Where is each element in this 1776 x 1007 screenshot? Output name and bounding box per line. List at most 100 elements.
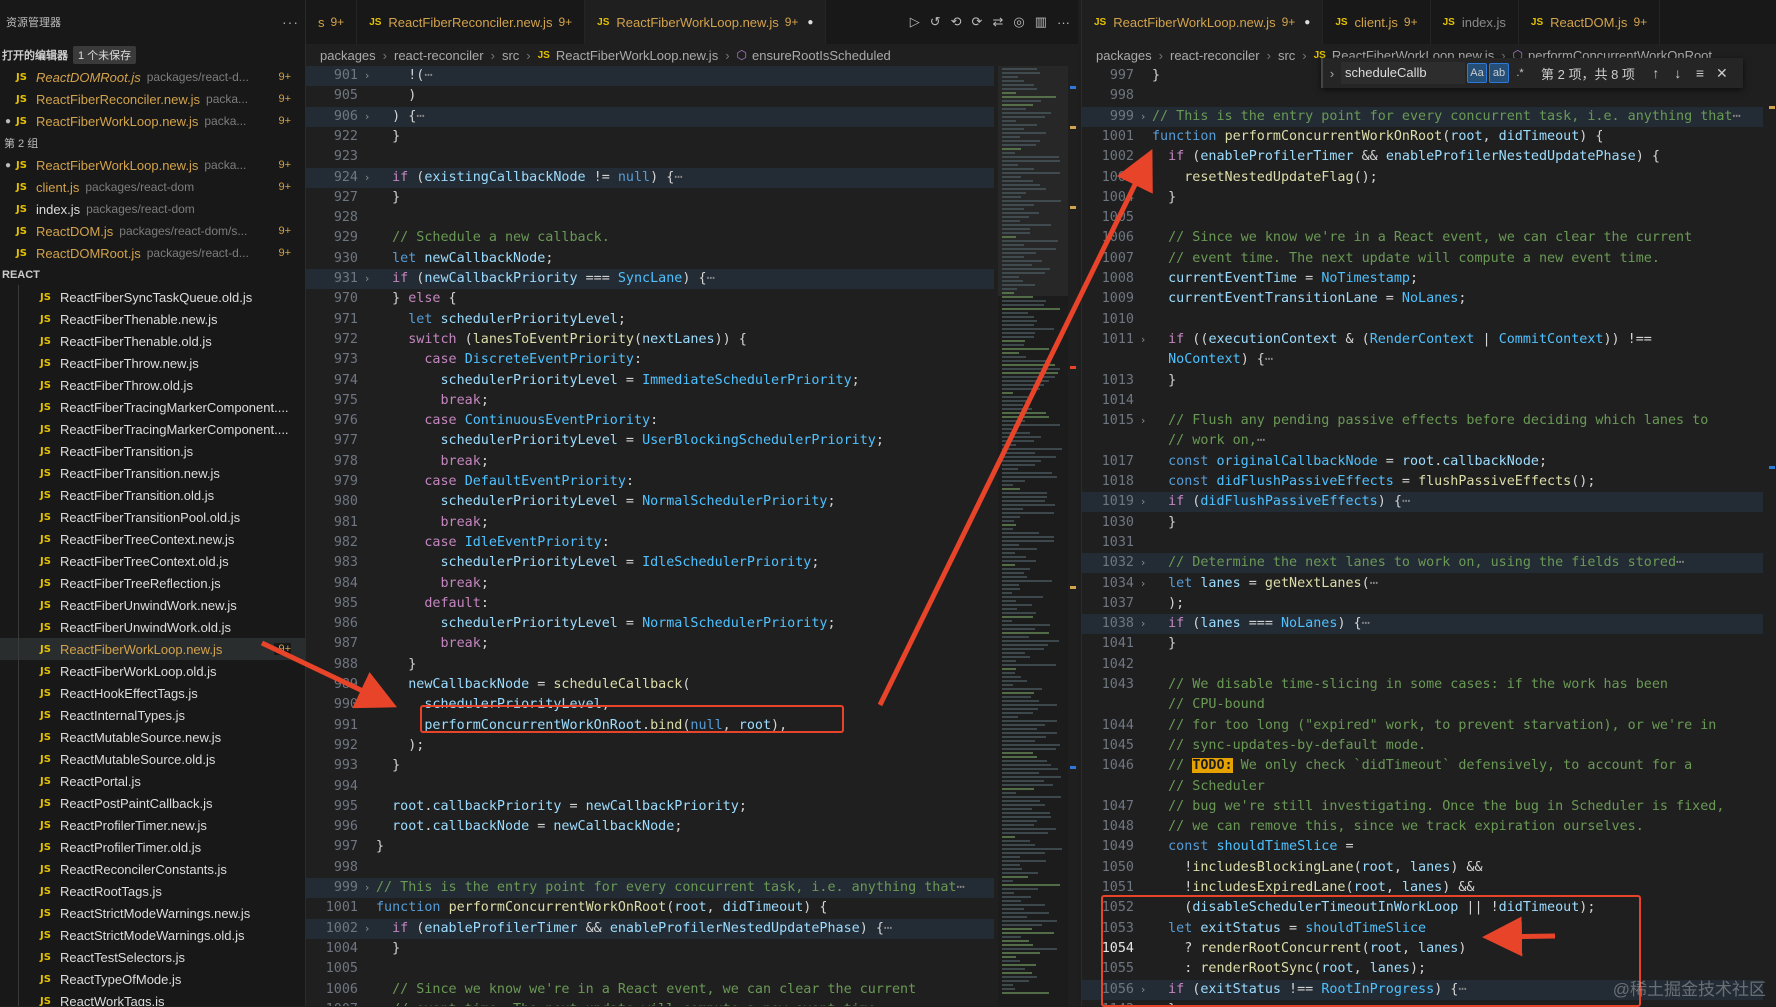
file-tree-item[interactable]: JS ReactTestSelectors.js [0, 946, 305, 968]
open-editor-item[interactable]: JS ReactDOMRoot.js packages/react-d... 9+ [0, 66, 305, 88]
code-line[interactable]: 931 › if (newCallbackPriority === SyncLan… [306, 269, 994, 289]
code-line[interactable]: 1018 const didFlushPassiveEffects = flus… [1082, 472, 1763, 492]
file-tree-item[interactable]: JS ReactStrictModeWarnings.old.js [0, 924, 305, 946]
code-line[interactable]: 987 break; [306, 634, 994, 654]
code-line[interactable]: 1009 currentEventTransitionLane = NoLane… [1082, 289, 1763, 309]
file-tree-item[interactable]: JS ReactPostPaintCallback.js [0, 792, 305, 814]
code-line[interactable]: 1015 › // Flush any pending passive effec… [1082, 411, 1763, 431]
open-editors-header[interactable]: 打开的编辑器 1 个未保存 [0, 44, 305, 66]
find-in-selection-icon[interactable]: ≡ [1689, 65, 1711, 81]
editor-tab[interactable]: JS client.js 9+ [1323, 0, 1431, 44]
code-line[interactable]: 980 schedulerPriorityLevel = NormalSched… [306, 492, 994, 512]
file-tree-item[interactable]: JS ReactHookEffectTags.js [0, 682, 305, 704]
fold-chevron-icon[interactable]: › [358, 168, 376, 188]
code-line[interactable]: 1001 function performConcurrentWorkOnRoot… [1082, 127, 1763, 147]
breadcrumb-segment[interactable]: src [1278, 48, 1295, 63]
file-tree-item[interactable]: JS ReactFiberTracingMarkerComponent.... [0, 418, 305, 440]
fold-chevron-icon[interactable]: › [358, 107, 376, 127]
go-back-icon[interactable]: ⟲ [951, 14, 962, 30]
open-editor-item[interactable]: ● JS ReactFiberWorkLoop.new.js packa... 9+ [0, 154, 305, 176]
code-line[interactable]: 1041 } [1082, 634, 1763, 654]
code-line[interactable]: 970 } else { [306, 289, 994, 309]
fold-chevron-icon[interactable]: › [1134, 614, 1152, 634]
editor-tab[interactable]: s 9+ [306, 0, 358, 44]
code-line[interactable]: // Scheduler [1082, 777, 1763, 797]
code-line[interactable]: 1004 } [306, 939, 994, 959]
code-line[interactable]: 973 case DiscreteEventPriority: [306, 350, 994, 370]
file-tree-item[interactable]: JS ReactPortal.js [0, 770, 305, 792]
open-editor-item[interactable]: ● JS ReactFiberWorkLoop.new.js packa... 9+ [0, 110, 305, 132]
fold-chevron-icon[interactable]: › [1134, 574, 1152, 594]
code-line[interactable]: 1007 // event time. The next update will… [1082, 249, 1763, 269]
fold-chevron-icon[interactable]: › [1134, 107, 1152, 127]
open-editor-item[interactable]: JS ReactDOMRoot.js packages/react-d... 9+ [0, 242, 305, 264]
code-line[interactable]: 1002 if (enableProfilerTimer && enablePr… [1082, 147, 1763, 167]
fold-chevron-icon[interactable]: › [1134, 411, 1152, 431]
split-editor-icon[interactable]: ▥ [1035, 14, 1047, 30]
code-line[interactable]: 995 root.callbackPriority = newCallbackP… [306, 797, 994, 817]
unsaved-dot-icon[interactable]: ● [0, 160, 16, 171]
fold-chevron-icon[interactable]: › [1134, 492, 1152, 512]
code-line[interactable]: 929 // Schedule a new callback. [306, 228, 994, 248]
file-tree-item[interactable]: JS ReactMutableSource.new.js [0, 726, 305, 748]
file-tree-item[interactable]: JS ReactFiberUnwindWork.new.js [0, 594, 305, 616]
match-whole-word-toggle[interactable]: ab [1489, 63, 1509, 83]
code-line[interactable]: 930 let newCallbackNode; [306, 249, 994, 269]
right-scrollbar[interactable] [1767, 66, 1776, 1006]
code-line[interactable]: 924 › if (existingCallbackNode != null) {… [306, 167, 994, 188]
editor-tab[interactable]: JS ReactFiberWorkLoop.new.js 9+ ● [585, 0, 827, 44]
file-tree-item[interactable]: JS ReactFiberTracingMarkerComponent.... [0, 396, 305, 418]
code-line[interactable]: 1005 [1082, 208, 1763, 228]
file-tree-item[interactable]: JS ReactFiberThenable.new.js [0, 308, 305, 330]
code-line[interactable]: 974 schedulerPriorityLevel = ImmediateSc… [306, 371, 994, 391]
code-line[interactable]: 997} [306, 837, 994, 857]
file-tree-item[interactable]: JS ReactTypeOfMode.js [0, 968, 305, 990]
code-line[interactable]: 906 › ) {⋯ [306, 106, 994, 127]
file-tree-item[interactable]: JS ReactProfilerTimer.new.js [0, 814, 305, 836]
left-code-area[interactable]: 901 › !(⋯ 905 ) 906 › ) {⋯ 922 } 923 924 › if (e… [306, 66, 994, 1006]
unsaved-dot-icon[interactable]: ● [1304, 17, 1310, 28]
breadcrumb-segment[interactable]: ensureRootIsScheduled [752, 48, 891, 63]
file-tree-item[interactable]: JS ReactFiberThenable.old.js [0, 330, 305, 352]
fold-chevron-icon[interactable]: › [358, 878, 376, 898]
file-tree-item[interactable]: JS ReactProfilerTimer.old.js [0, 836, 305, 858]
code-line[interactable]: 1048 // we can remove this, since we tra… [1082, 817, 1763, 837]
left-scrollbar[interactable] [1068, 66, 1078, 1006]
code-line[interactable]: 1006 // Since we know we're in a React e… [306, 980, 994, 1000]
code-line[interactable]: 983 schedulerPriorityLevel = IdleSchedul… [306, 553, 994, 573]
code-line[interactable]: 1050 !includesBlockingLane(root, lanes) … [1082, 858, 1763, 878]
file-tree-item[interactable]: JS ReactFiberTransition.old.js [0, 484, 305, 506]
code-line[interactable]: 977 schedulerPriorityLevel = UserBlockin… [306, 431, 994, 451]
code-line[interactable]: 1044 // for too long ("expired" work, to… [1082, 716, 1763, 736]
code-line[interactable]: 985 default: [306, 594, 994, 614]
open-editor-item[interactable]: JS client.js packages/react-dom 9+ [0, 176, 305, 198]
file-tree-item[interactable]: JS ReactFiberWorkLoop.old.js [0, 660, 305, 682]
code-line[interactable]: 982 case IdleEventPriority: [306, 533, 994, 553]
code-line[interactable]: 993 } [306, 756, 994, 776]
breadcrumb-segment[interactable]: packages [320, 48, 376, 63]
file-tree-item[interactable]: JS ReactFiberSyncTaskQueue.old.js [0, 286, 305, 308]
code-line[interactable]: 1032 › // Determine the next lanes to wor… [1082, 553, 1763, 574]
code-line[interactable]: 988 } [306, 655, 994, 675]
timeline-icon[interactable]: ◎ [1013, 14, 1024, 30]
compare-icon[interactable]: ⇄ [992, 14, 1003, 30]
match-case-toggle[interactable]: Aa [1467, 63, 1487, 83]
fold-chevron-icon[interactable]: › [1134, 553, 1152, 573]
file-tree-item[interactable]: JS ReactFiberTransitionPool.old.js [0, 506, 305, 528]
react-folder-header[interactable]: REACT [0, 264, 305, 286]
code-line[interactable]: 994 [306, 777, 994, 797]
file-tree-item[interactable]: JS ReactMutableSource.old.js [0, 748, 305, 770]
file-tree-item[interactable]: JS ReactReconcilerConstants.js [0, 858, 305, 880]
history-icon[interactable]: ↺ [930, 14, 941, 30]
code-line[interactable]: 1038 › if (lanes === NoLanes) {⋯ [1082, 614, 1763, 635]
code-line[interactable]: 1001 function performConcurrentWorkOnRoot… [306, 898, 994, 918]
code-line[interactable]: 1010 [1082, 310, 1763, 330]
code-line[interactable]: 1011 › if ((executionContext & (RenderCon… [1082, 330, 1763, 350]
code-line[interactable]: 1002 › if (enableProfilerTimer && enableP… [306, 918, 994, 939]
find-input[interactable]: scheduleCallb [1341, 62, 1465, 84]
file-tree-item[interactable]: JS ReactRootTags.js [0, 880, 305, 902]
breadcrumb-segment[interactable]: packages [1096, 48, 1152, 63]
code-line[interactable]: 996 root.callbackNode = newCallbackNode; [306, 817, 994, 837]
file-tree-item[interactable]: JS ReactWorkTags.js [0, 990, 305, 1007]
previous-match-icon[interactable]: ↑ [1645, 65, 1667, 81]
